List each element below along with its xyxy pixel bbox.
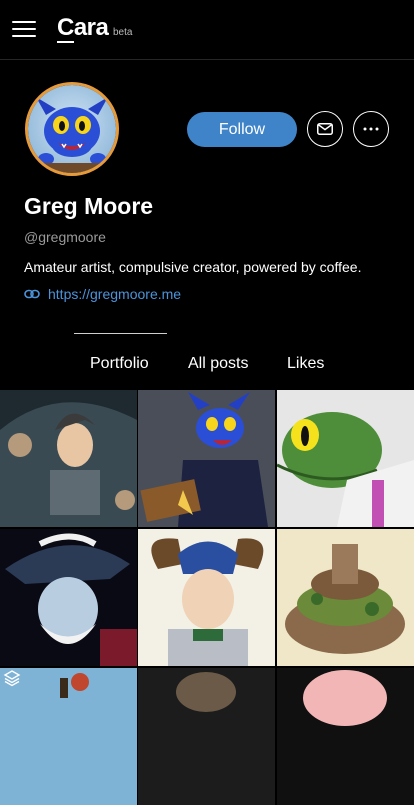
follow-button[interactable]: Follow xyxy=(187,112,297,147)
profile-handle: @gregmoore xyxy=(24,229,106,245)
portfolio-tile-horned-knight[interactable] xyxy=(138,529,275,666)
portfolio-tile-lizard[interactable] xyxy=(277,390,414,527)
portfolio-tile-row3-2[interactable] xyxy=(138,668,275,805)
logo-underline xyxy=(57,41,74,43)
tab-portfolio[interactable]: Portfolio xyxy=(90,355,149,373)
beta-badge: beta xyxy=(113,27,133,38)
portfolio-tile-warrior[interactable] xyxy=(0,390,137,527)
stack-icon xyxy=(3,669,21,687)
portfolio-tile-row3-1[interactable] xyxy=(0,668,137,805)
profile-name: Greg Moore xyxy=(24,193,154,219)
portfolio-tile-dragon-book[interactable] xyxy=(138,390,275,527)
portfolio-tile-garden-tower[interactable] xyxy=(277,529,414,666)
portfolio-tile-musketeer[interactable] xyxy=(0,529,137,666)
portfolio-grid xyxy=(0,390,414,805)
profile-link-row[interactable]: https://gregmoore.me xyxy=(24,286,181,302)
tab-likes[interactable]: Likes xyxy=(287,355,324,373)
active-tab-indicator xyxy=(74,333,167,334)
portfolio-tile-row3-3[interactable] xyxy=(277,668,414,805)
link-icon xyxy=(24,289,40,299)
profile-link[interactable]: https://gregmoore.me xyxy=(48,286,181,302)
tab-all-posts[interactable]: All posts xyxy=(188,355,248,373)
app-logo[interactable]: Cara xyxy=(57,14,109,42)
top-bar: Cara beta xyxy=(0,0,414,60)
more-dots-icon xyxy=(363,127,379,131)
more-options-button[interactable] xyxy=(353,111,389,147)
profile-bio: Amateur artist, compulsive creator, powe… xyxy=(24,259,362,275)
avatar[interactable] xyxy=(25,82,119,176)
message-button[interactable] xyxy=(307,111,343,147)
hamburger-menu-icon[interactable] xyxy=(12,20,36,38)
envelope-icon xyxy=(317,123,333,135)
